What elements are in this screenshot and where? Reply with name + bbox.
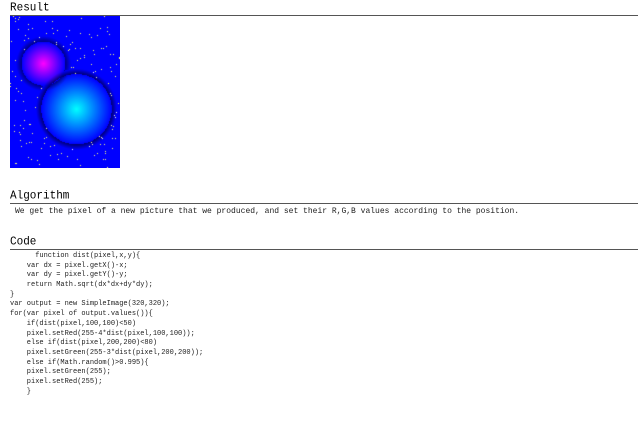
algorithm-description: We get the pixel of a new picture that w…	[15, 207, 520, 216]
code-line: pixel.setRed(255-4*dist(pixel,100,100));	[10, 329, 195, 338]
code-line: if(dist(pixel,100,100)<50)	[10, 319, 137, 328]
result-heading: Result	[10, 2, 50, 15]
code-line: function dist(pixel,x,y){	[10, 252, 141, 260]
algorithm-heading: Algorithm	[10, 190, 70, 203]
code-line: var output = new SimpleImage(320,320);	[10, 300, 170, 309]
code-line: pixel.setGreen(255-3*dist(pixel,200,200)…	[10, 348, 204, 357]
code-line: for(var pixel of output.values()){	[10, 310, 153, 319]
code-heading: Code	[10, 236, 37, 249]
code-line: pixel.setGreen(255);	[10, 368, 111, 377]
code-line: var dx = pixel.getX()-x;	[10, 261, 128, 270]
code-line: }	[10, 387, 32, 396]
code-block: function dist(pixel,x,y){ var dx = pixel…	[10, 252, 203, 397]
code-line: else if(Math.random()>0.995){	[10, 358, 149, 367]
result-image	[10, 16, 120, 168]
code-line: else if(dist(pixel,200,200)<80)	[10, 339, 158, 348]
algorithm-divider	[10, 203, 638, 204]
code-line: }	[10, 290, 15, 299]
code-line: return Math.sqrt(dx*dx+dy*dy);	[10, 281, 153, 290]
code-divider	[10, 249, 638, 250]
code-line: var dy = pixel.getY()-y;	[10, 271, 128, 280]
code-line: pixel.setRed(255);	[10, 377, 103, 386]
